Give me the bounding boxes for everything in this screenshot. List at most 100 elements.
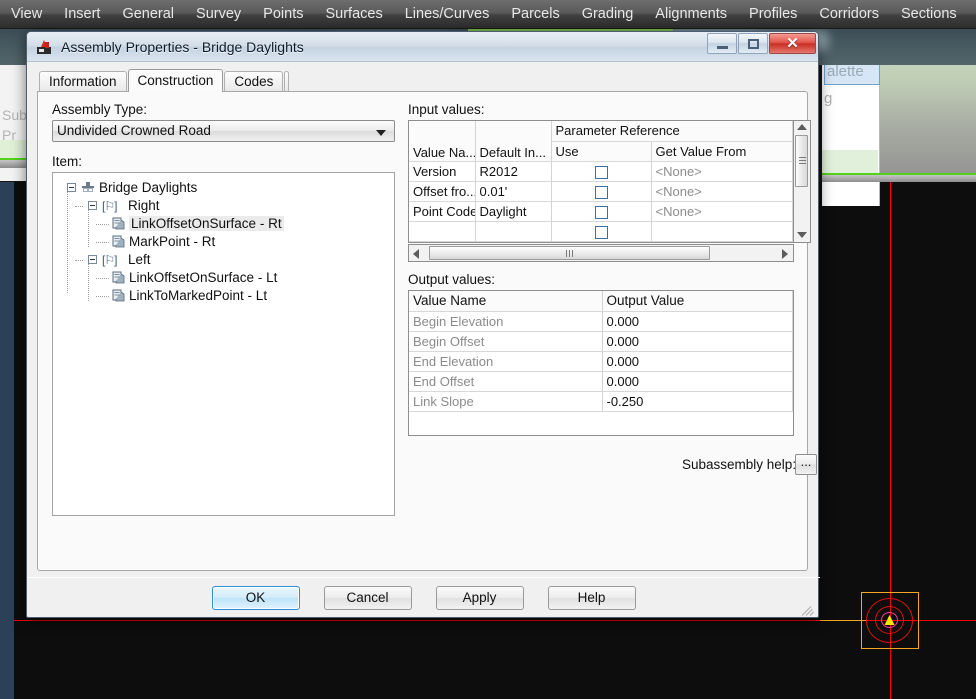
window-controls: ✕ [706,33,816,54]
group-icon: [⚐] [102,253,117,267]
output-col-value-name[interactable]: Value Name [409,291,603,312]
assembly-icon [36,38,53,55]
left-ghost-text-1: Sub [2,107,27,123]
menu-item-general[interactable]: General [111,1,185,28]
subassembly-icon [112,217,125,230]
tree-item[interactable]: LinkOffsetOnSurface - Rt [61,215,394,233]
tree-item[interactable]: LinkToMarkedPoint - Lt [61,287,394,305]
tree-connector [96,296,109,297]
input-values-label: Input values: [408,102,485,117]
tree-item[interactable]: [⚐] Left [61,251,394,269]
assembly-icon [81,181,95,194]
menu-item-surfaces[interactable]: Surfaces [314,1,393,28]
tree-expander-icon[interactable] [88,201,97,210]
menu-item-corridors[interactable]: Corridors [808,1,890,28]
tree-expander-icon[interactable] [67,183,76,192]
use-checkbox[interactable] [594,205,608,219]
table-row[interactable]: Version R2012 <None> [409,161,793,182]
palette-green-strip [822,150,878,174]
menu-item-insert[interactable]: Insert [53,1,111,28]
tree-item[interactable]: [⚐] Right [61,197,394,215]
menu-item-parcels[interactable]: Parcels [500,1,570,28]
menu-item-alignments[interactable]: Alignments [644,1,738,28]
subassembly-help-button[interactable]: ... [795,454,817,475]
item-label: Item: [52,154,83,169]
dialog-title-bar[interactable]: Assembly Properties - Bridge Daylights ✕ [27,32,818,62]
left-green-strip [0,140,28,158]
table-row[interactable]: End Elevation 0.000 [409,351,793,372]
input-col-default-input[interactable]: Default In... [475,121,552,162]
tree-connector [96,242,109,243]
tab-codes[interactable]: Codes [224,71,284,92]
table-row[interactable]: Link Slope -0.250 [409,391,793,412]
table-row[interactable]: Offset fro... 0.01' <None> [409,181,793,202]
input-cell-get-value-from[interactable]: <None> [651,201,793,222]
output-header-row: Value Name Output Value [409,291,793,312]
apply-button[interactable]: Apply [435,586,524,610]
input-horizontal-scrollbar[interactable] [408,244,794,262]
maximize-button[interactable] [738,33,768,54]
input-cell-get-value-from[interactable]: <None> [651,181,793,202]
input-cell-get-value-from[interactable] [651,221,793,242]
input-cell-default-input: R2012 [475,161,552,182]
table-row[interactable]: Point Codes Daylight <None> [409,201,793,222]
input-values-grid: Value Na... Default In... Parameter Refe… [409,121,793,242]
menu-item-lines-curves[interactable]: Lines/Curves [394,1,501,28]
crosshair-horizontal-left [820,620,866,621]
input-values-table[interactable]: Value Na... Default In... Parameter Refe… [408,120,794,243]
tree-expander-icon[interactable] [88,255,97,264]
canvas-left-border [0,182,14,699]
help-button[interactable]: Help [547,586,636,610]
tab-construction[interactable]: Construction [127,69,224,92]
table-row[interactable]: Begin Elevation 0.000 [409,311,793,332]
scroll-right-arrow-icon[interactable] [782,249,788,259]
input-col-get-value-from[interactable]: Get Value From [651,141,793,162]
tab-overflow [284,71,290,92]
tree-connector [75,206,83,207]
input-vertical-scrollbar[interactable] [794,120,811,243]
cancel-button[interactable]: Cancel [323,586,412,610]
scrollbar-thumb[interactable] [429,246,710,260]
output-col-output-value[interactable]: Output Value [602,291,793,312]
tree-item[interactable]: LinkOffsetOnSurface - Lt [61,269,394,287]
assembly-properties-dialog: Assembly Properties - Bridge Daylights ✕… [26,31,820,618]
scroll-down-arrow-icon[interactable] [797,232,807,238]
assembly-tree[interactable]: Bridge Daylights [⚐] Right LinkOffsetOnS… [52,172,395,516]
tree-item[interactable]: MarkPoint - Rt [61,233,394,251]
subassembly-icon [112,271,125,284]
output-values-table[interactable]: Value Name Output Value Begin Elevation … [408,290,794,436]
input-col-value-name[interactable]: Value Na... [409,121,476,162]
tab-information[interactable]: Information [39,71,127,92]
menu-item-grading[interactable]: Grading [571,1,645,28]
menu-item-view[interactable]: View [0,1,53,28]
input-col-use[interactable]: Use [551,141,652,162]
assembly-type-dropdown[interactable]: Undivided Crowned Road [52,120,395,142]
table-row-partial[interactable] [409,221,793,242]
scroll-up-arrow-icon[interactable] [797,124,807,130]
menu-item-points[interactable]: Points [252,1,314,28]
menu-item-survey[interactable]: Survey [185,1,252,28]
close-button[interactable]: ✕ [769,33,816,54]
use-checkbox[interactable] [594,185,608,199]
tree-item[interactable]: Bridge Daylights [61,179,394,197]
output-cell-value-name: End Elevation [409,351,603,372]
table-row[interactable]: End Offset 0.000 [409,371,793,392]
ok-button[interactable]: OK [211,586,300,610]
output-cell-output-value: 0.000 [602,311,793,332]
resize-grip[interactable] [801,602,815,616]
input-header-group-row: Value Na... Default In... Parameter Refe… [409,121,793,162]
scrollbar-thumb[interactable] [795,135,808,187]
use-checkbox[interactable] [594,225,608,239]
minimize-button[interactable] [707,33,737,54]
tree-item-label: Bridge Daylights [99,180,198,195]
use-checkbox[interactable] [594,165,608,179]
menu-item-profiles[interactable]: Profiles [738,1,808,28]
input-col-parameter-reference[interactable]: Parameter Reference [551,121,793,142]
menu-item-sections[interactable]: Sections [890,1,968,28]
output-cell-value-name: End Offset [409,371,603,392]
output-cell-value-name: Begin Elevation [409,311,603,332]
input-cell-get-value-from[interactable]: <None> [651,161,793,182]
assembly-type-value: Undivided Crowned Road [57,123,211,138]
scroll-left-arrow-icon[interactable] [413,249,419,259]
table-row[interactable]: Begin Offset 0.000 [409,331,793,352]
